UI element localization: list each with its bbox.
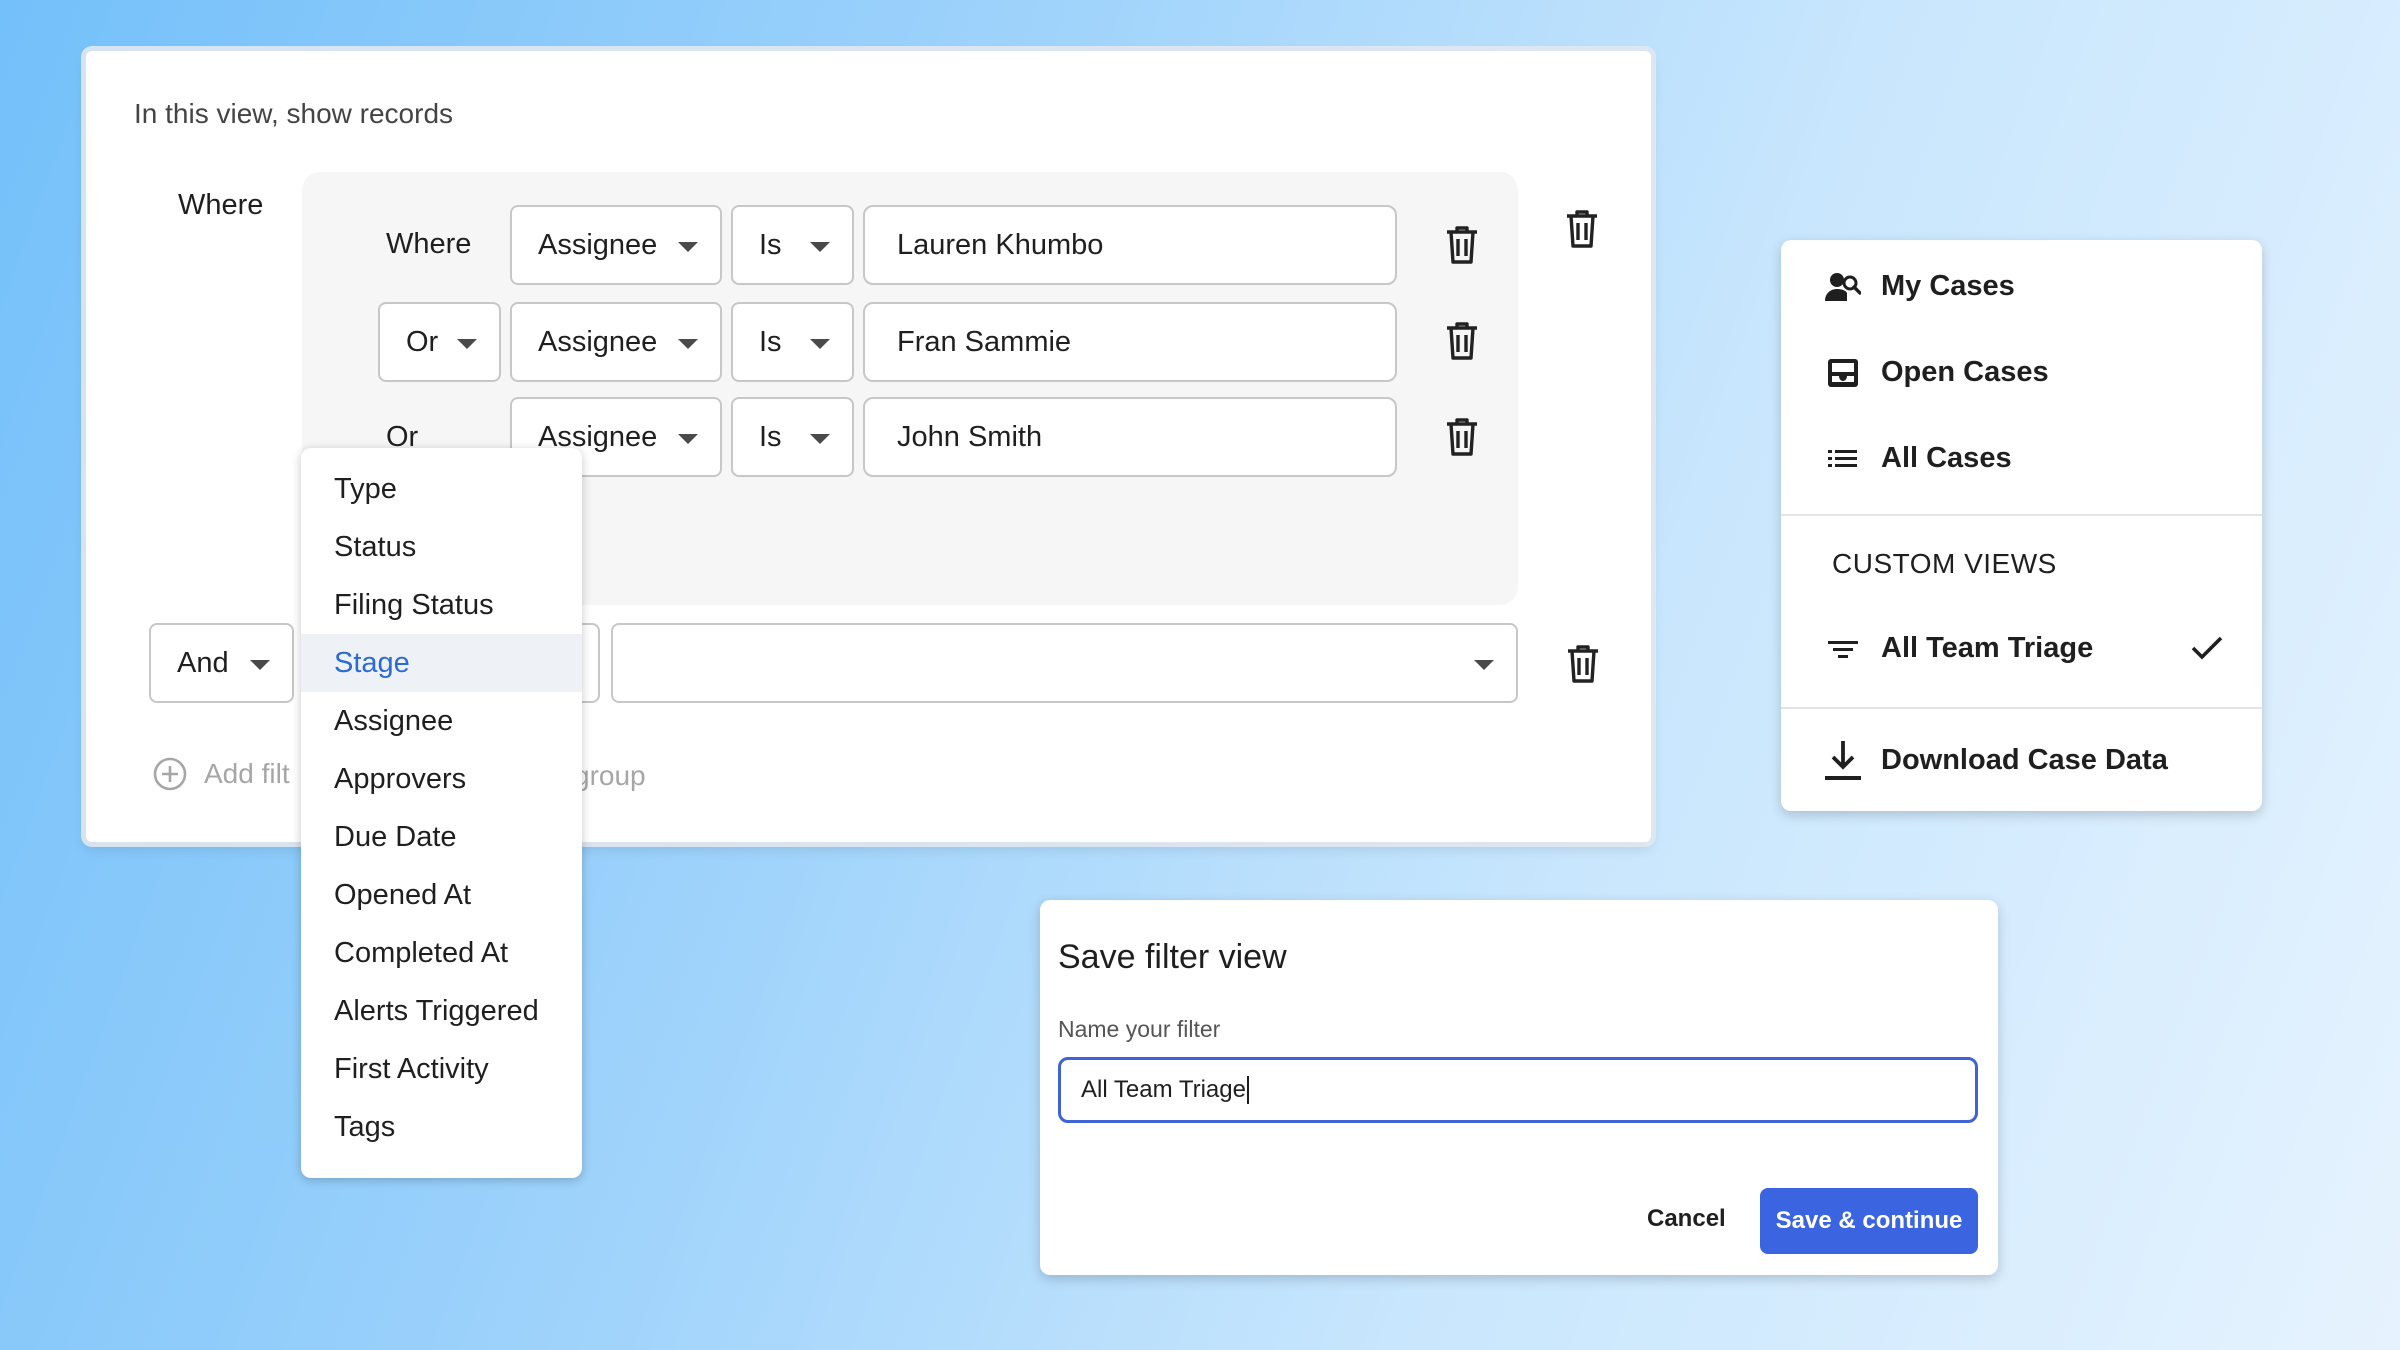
filter-name-value: All Team Triage	[1081, 1076, 1246, 1103]
trash-icon[interactable]	[1443, 320, 1481, 362]
menu-item-all-cases[interactable]: All Cases	[1825, 442, 2012, 475]
trash-icon[interactable]	[1443, 224, 1481, 266]
value-field-1[interactable]: Lauren Khumbo	[863, 205, 1397, 285]
menu-item-label: All Cases	[1881, 442, 2012, 474]
panel-heading: In this view, show records	[134, 98, 454, 129]
view-menu: My Cases Open Cases All Cases CUSTOM VIE…	[1781, 240, 2262, 811]
download-icon	[1825, 738, 1861, 782]
connector-select-2[interactable]: Or	[378, 302, 501, 382]
field-dropdown: Type Status Filing Status Stage Assignee…	[301, 448, 582, 1178]
filter-name-input[interactable]: All Team Triage	[1058, 1057, 1978, 1123]
and-connector-select[interactable]: And	[149, 623, 294, 703]
caret-down-icon	[1474, 660, 1494, 670]
operator-select-1[interactable]: Is	[731, 205, 854, 285]
dropdown-option-assignee[interactable]: Assignee	[301, 692, 582, 750]
value-field-text: Lauren Khumbo	[897, 228, 1104, 261]
connector-select-value: Or	[406, 325, 439, 358]
caret-down-icon	[678, 434, 698, 444]
caret-down-icon	[678, 339, 698, 349]
text-cursor	[1246, 1076, 1249, 1104]
menu-item-all-team-triage[interactable]: All Team Triage	[1825, 632, 2225, 665]
value-field-2[interactable]: Fran Sammie	[863, 302, 1397, 382]
dropdown-option-due-date[interactable]: Due Date	[301, 808, 582, 866]
operator-select-3[interactable]: Is	[731, 397, 854, 477]
check-icon	[2189, 632, 2225, 664]
caret-down-icon	[250, 660, 270, 670]
filter-icon	[1825, 633, 1861, 665]
caret-down-icon	[457, 339, 477, 349]
operator-select-2[interactable]: Is	[731, 302, 854, 382]
value-field-3[interactable]: John Smith	[863, 397, 1397, 477]
operator-select-value: Is	[759, 420, 782, 453]
dropdown-option-filing-status[interactable]: Filing Status	[301, 576, 582, 634]
list-icon	[1825, 443, 1861, 475]
filter-name-label: Name your filter	[1058, 1016, 1221, 1042]
menu-item-label: My Cases	[1881, 270, 2015, 302]
operator-select-value: Is	[759, 228, 782, 261]
caret-down-icon	[810, 242, 830, 252]
menu-item-open-cases[interactable]: Open Cases	[1825, 356, 2049, 389]
field-select-1[interactable]: Assignee	[510, 205, 722, 285]
menu-item-my-cases[interactable]: My Cases	[1825, 270, 2015, 303]
and-value-select[interactable]	[611, 623, 1518, 703]
field-select-value: Assignee	[538, 325, 658, 358]
dropdown-option-opened-at[interactable]: Opened At	[301, 866, 582, 924]
menu-item-label: Download Case Data	[1881, 743, 2168, 776]
dropdown-option-approvers[interactable]: Approvers	[301, 750, 582, 808]
cancel-button[interactable]: Cancel	[1647, 1205, 1726, 1233]
dialog-title: Save filter view	[1058, 938, 1287, 976]
add-filter-button[interactable]: Add filt	[152, 756, 290, 792]
menu-item-download-case-data[interactable]: Download Case Data	[1825, 738, 2168, 782]
dropdown-option-completed-at[interactable]: Completed At	[301, 924, 582, 982]
custom-views-heading: CUSTOM VIEWS	[1832, 548, 2057, 579]
trash-icon[interactable]	[1443, 416, 1481, 458]
save-filter-dialog: Save filter view Name your filter All Te…	[1040, 900, 1998, 1275]
add-group-button[interactable]: group	[574, 760, 646, 792]
field-select-2[interactable]: Assignee	[510, 302, 722, 382]
dropdown-option-tags[interactable]: Tags	[301, 1098, 582, 1156]
add-filter-label: Add filt	[204, 758, 290, 789]
person-search-icon	[1825, 271, 1861, 303]
dropdown-option-type[interactable]: Type	[301, 460, 582, 518]
dropdown-option-status[interactable]: Status	[301, 518, 582, 576]
group-trash-icon[interactable]	[1563, 208, 1601, 250]
outer-where-label: Where	[178, 189, 264, 221]
menu-item-label: All Team Triage	[1881, 632, 2094, 664]
dropdown-option-alerts-triggered[interactable]: Alerts Triggered	[301, 982, 582, 1040]
dropdown-option-stage[interactable]: Stage	[301, 634, 582, 692]
menu-item-label: Open Cases	[1881, 356, 2049, 388]
field-select-value: Assignee	[538, 228, 658, 261]
operator-select-value: Is	[759, 325, 782, 358]
value-field-text: Fran Sammie	[897, 325, 1072, 358]
and-connector-value: And	[177, 646, 229, 679]
trash-icon[interactable]	[1564, 643, 1602, 685]
row-where-label: Where	[386, 228, 472, 260]
inbox-icon	[1825, 357, 1861, 389]
dropdown-option-first-activity[interactable]: First Activity	[301, 1040, 582, 1098]
save-continue-button[interactable]: Save & continue	[1760, 1188, 1978, 1254]
caret-down-icon	[810, 434, 830, 444]
caret-down-icon	[810, 339, 830, 349]
menu-divider	[1781, 514, 2262, 516]
value-field-text: John Smith	[897, 420, 1043, 453]
caret-down-icon	[678, 242, 698, 252]
menu-divider	[1781, 707, 2262, 709]
add-circle-icon	[152, 756, 188, 792]
